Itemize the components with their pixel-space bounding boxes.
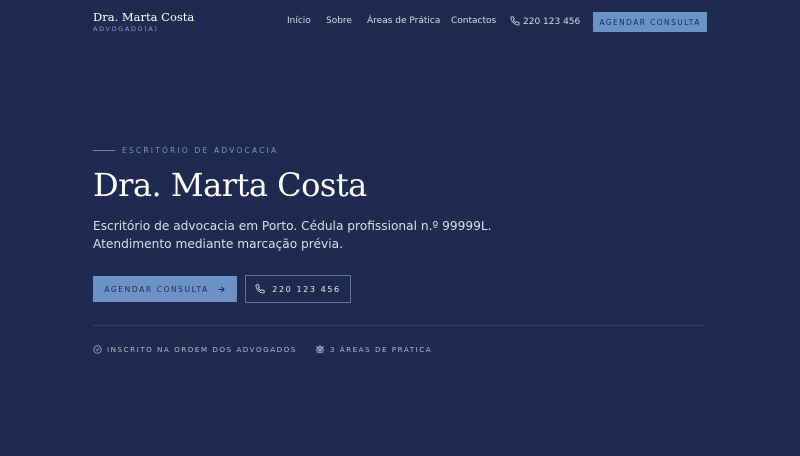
check-circle-icon (93, 344, 102, 354)
hero-description-line-2: Atendimento mediante marcação prévia. (93, 237, 343, 251)
hero-eyebrow: ESCRITÓRIO DE ADVOCACIA (93, 146, 278, 155)
hero-description-line-1: Escritório de advocacia em Porto. Cédula… (93, 219, 492, 233)
brand-name: Dra. Marta Costa (93, 10, 195, 24)
schedule-consultation-label: AGENDAR CONSULTA (104, 284, 209, 294)
badge-ordem-label: INSCRITO NA ORDEM DOS ADVOGADOS (107, 344, 297, 354)
nav-item-areas[interactable]: Áreas de Prática (367, 16, 440, 26)
page-title: Dra. Marta Costa (93, 166, 367, 204)
badge-areas: 3 ÁREAS DE PRÁTICA (315, 344, 432, 354)
phone-icon (255, 284, 265, 294)
call-phone-button[interactable]: 220 123 456 (245, 275, 351, 303)
nav-item-contactos[interactable]: Contactos (451, 16, 496, 26)
brand-subtitle: ADVOGADO(A) (93, 25, 159, 33)
eyebrow-line (93, 150, 115, 151)
site-header: Dra. Marta Costa ADVOGADO(A) Início Sobr… (0, 0, 800, 44)
nav-item-inicio[interactable]: Início (287, 16, 311, 26)
schedule-consultation-button[interactable]: AGENDAR CONSULTA (93, 276, 237, 302)
arrow-right-icon (218, 286, 225, 292)
phone-icon (510, 16, 520, 26)
badge-ordem: INSCRITO NA ORDEM DOS ADVOGADOS (93, 345, 297, 354)
badge-areas-label: 3 ÁREAS DE PRÁTICA (329, 344, 433, 354)
credentials-row: INSCRITO NA ORDEM DOS ADVOGADOS 3 ÁREAS … (93, 344, 450, 354)
scale-icon (316, 344, 324, 354)
call-phone-label: 220 123 456 (272, 284, 341, 294)
eyebrow-text: ESCRITÓRIO DE ADVOCACIA (122, 146, 279, 155)
brand[interactable]: Dra. Marta Costa ADVOGADO(A) (93, 10, 195, 34)
header-schedule-button[interactable]: AGENDAR CONSULTA (593, 12, 707, 32)
hero-description: Escritório de advocacia em Porto. Cédula… (93, 217, 513, 253)
nav-item-sobre[interactable]: Sobre (326, 16, 352, 26)
nav-phone-link[interactable]: 220 123 456 (510, 16, 580, 27)
nav-phone-number: 220 123 456 (523, 17, 581, 27)
hero-divider (93, 325, 705, 326)
